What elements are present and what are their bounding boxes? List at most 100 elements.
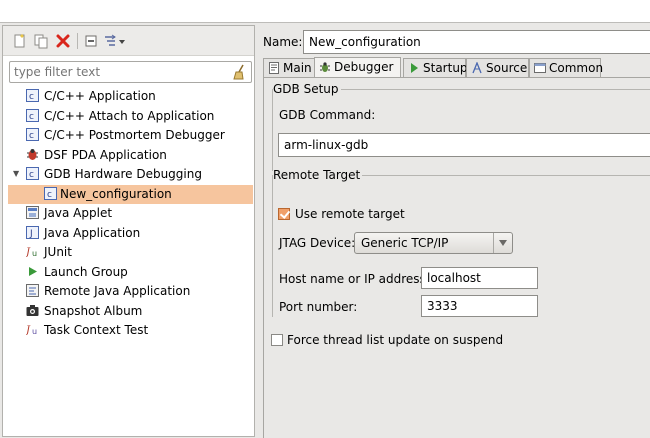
tab-debugger[interactable]: Debugger	[314, 57, 401, 77]
name-input[interactable]	[303, 30, 650, 54]
tree-item-label: C/C++ Postmortem Debugger	[44, 128, 225, 142]
tab-main[interactable]: Main	[263, 58, 315, 77]
gdb-setup-title: GDB Setup	[273, 82, 341, 96]
svg-text:u: u	[32, 249, 37, 258]
svg-text:c: c	[29, 92, 34, 102]
svg-text:c: c	[29, 112, 34, 122]
clear-filter-icon[interactable]	[231, 64, 247, 80]
gdb-command-input[interactable]	[278, 133, 650, 157]
tree-item-label: C/C++ Application	[44, 89, 156, 103]
tree-item-cpp-application[interactable]: c C/C++ Application	[3, 87, 254, 107]
svg-text:J: J	[29, 229, 33, 239]
tab-common[interactable]: Common	[529, 58, 604, 77]
startup-tab-icon	[408, 62, 420, 74]
tree-item-label: Launch Group	[44, 264, 128, 279]
svg-text:J: J	[26, 325, 31, 336]
c-launch-icon: c	[26, 167, 39, 180]
force-thread-update-checkbox[interactable]	[271, 334, 283, 346]
tree-item-remote-java[interactable]: Remote Java Application	[3, 282, 254, 302]
svg-text:J: J	[26, 247, 31, 258]
host-label: Host name or IP address:	[279, 272, 430, 286]
left-toolbar	[3, 26, 254, 56]
tree-item-label: C/C++ Attach to Application	[44, 108, 215, 123]
junit-icon: Ju	[24, 245, 39, 258]
common-tab-icon	[534, 62, 546, 74]
c-launch-icon: c	[26, 128, 39, 141]
c-launch-icon: c	[26, 108, 39, 122]
svg-text:u: u	[32, 327, 37, 336]
jtag-device-select[interactable]: Generic TCP/IP	[354, 232, 513, 254]
tree-item-label: DSF PDA Application	[44, 147, 167, 162]
configuration-list-pane: c C/C++ Application c C/C++ Attach to Ap…	[2, 25, 255, 437]
port-label: Port number:	[279, 300, 358, 314]
tree-item-new-configuration[interactable]: c New_configuration	[8, 184, 253, 204]
svg-text:c: c	[29, 170, 34, 180]
tab-label: Startup	[423, 61, 468, 75]
tree-item-snapshot-album[interactable]: Snapshot Album	[3, 302, 254, 322]
tree-item-label: Task Context Test	[44, 323, 149, 337]
tab-label: Debugger	[334, 60, 394, 74]
tab-source[interactable]: Source	[466, 58, 529, 77]
java-applet-icon	[26, 206, 39, 219]
tab-bar: Main Debugger Startup Source Common	[263, 57, 650, 77]
jtag-device-label: JTAG Device:	[279, 236, 356, 250]
tree-item-junit[interactable]: Ju JUnit	[3, 243, 254, 263]
tree-item-label: Remote Java Application	[44, 284, 191, 298]
tab-label: Source	[486, 61, 528, 75]
tree-item-gdb-hardware[interactable]: ▼ c GDB Hardware Debugging	[3, 165, 254, 185]
svg-text:c: c	[47, 190, 52, 200]
tree-item-label: GDB Hardware Debugging	[44, 167, 202, 181]
duplicate-icon[interactable]	[33, 33, 49, 49]
tree-item-java-application[interactable]: J Java Application	[3, 224, 254, 244]
filter-box	[9, 61, 252, 83]
debugger-tab-content: GDB Setup GDB Command: Remote Target Use…	[263, 77, 650, 438]
gdb-command-label: GDB Command:	[279, 108, 376, 122]
java-app-icon: J	[26, 225, 39, 239]
launch-group-icon	[26, 265, 39, 278]
camera-icon	[26, 304, 39, 317]
launch-configurations-dialog: c C/C++ Application c C/C++ Attach to Ap…	[0, 22, 650, 438]
main-tab-icon	[268, 62, 280, 74]
task-test-icon: Ju	[24, 323, 39, 336]
force-thread-update-label: Force thread list update on suspend	[287, 333, 504, 347]
tree-item-java-applet[interactable]: Java Applet	[3, 204, 254, 224]
collapse-all-icon[interactable]	[83, 33, 99, 49]
name-label: Name:	[263, 35, 303, 49]
tree-item-label: New_configuration	[60, 186, 172, 201]
svg-text:c: c	[29, 131, 34, 141]
c-launch-icon: c	[44, 186, 57, 200]
tree-item-launch-group[interactable]: Launch Group	[3, 263, 254, 283]
chevron-down-icon[interactable]	[493, 233, 512, 253]
pda-bug-icon	[26, 148, 39, 161]
tree-item-label: Java Applet	[44, 206, 113, 220]
port-input[interactable]	[421, 295, 538, 317]
c-launch-icon: c	[26, 89, 39, 102]
jtag-device-value: Generic TCP/IP	[361, 236, 449, 250]
gdb-setup-group-line	[272, 89, 273, 171]
filter-input[interactable]	[14, 64, 224, 80]
remote-java-icon	[26, 284, 39, 297]
expand-arrow-icon[interactable]: ▼	[13, 169, 22, 178]
configuration-editor: Name: Main Debugger Startup	[260, 23, 650, 438]
tree-item-cpp-attach[interactable]: c C/C++ Attach to Application	[3, 107, 254, 127]
tree-item-label: Snapshot Album	[44, 303, 143, 318]
tree-item-cpp-postmortem[interactable]: c C/C++ Postmortem Debugger	[3, 126, 254, 146]
remote-target-title: Remote Target	[273, 168, 363, 182]
filter-menu-icon[interactable]	[103, 33, 127, 49]
source-tab-icon	[471, 61, 483, 74]
tab-startup[interactable]: Startup	[403, 58, 468, 77]
use-remote-target-label: Use remote target	[295, 207, 405, 221]
tab-label: Main	[283, 61, 312, 75]
debugger-tab-icon	[319, 61, 331, 73]
new-configuration-icon[interactable]	[12, 33, 28, 49]
tab-label: Common	[549, 61, 604, 75]
tree-item-task-context-test[interactable]: Ju Task Context Test	[3, 321, 254, 341]
tree-item-dsf-pda[interactable]: DSF PDA Application	[3, 146, 254, 166]
delete-icon[interactable]	[55, 33, 71, 49]
tree-item-label: Java Application	[44, 225, 141, 240]
host-input[interactable]	[421, 267, 538, 289]
tree-item-label: JUnit	[44, 245, 72, 259]
remote-target-group-line	[272, 175, 273, 317]
toolbar-separator	[77, 33, 78, 49]
use-remote-target-checkbox[interactable]	[278, 208, 290, 220]
